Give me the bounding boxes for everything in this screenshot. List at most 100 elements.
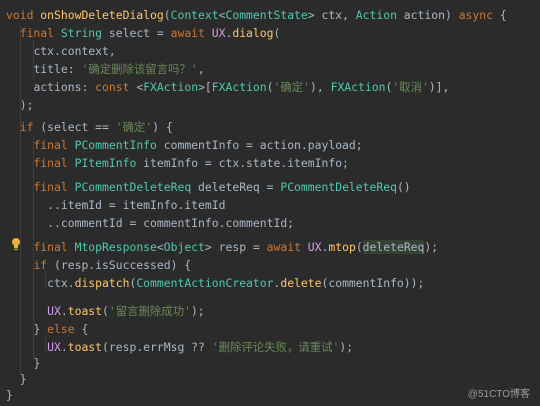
type-name: PCommentInfo	[74, 138, 157, 152]
watermark: @51CTO博客	[467, 389, 530, 400]
keyword: if	[19, 120, 34, 134]
code-line-17[interactable]: if (resp.isSuccessed) {	[6, 256, 191, 274]
code-text: deleteReq =	[191, 180, 281, 194]
code-text: ,	[197, 62, 205, 76]
constructor-name: PCommentDeleteReq	[280, 180, 397, 194]
code-line-4[interactable]: title: '确定删除该留言吗？',	[6, 60, 205, 78]
code-text: (resp.errMsg ??	[102, 340, 212, 354]
code-line-21[interactable]: } else {	[6, 320, 88, 338]
code-text: (select ==	[33, 120, 116, 134]
keyword: final	[33, 180, 68, 194]
code-text: resp =	[211, 240, 267, 254]
code-text: action)	[396, 8, 459, 22]
type-name: CommentState	[225, 8, 308, 22]
code-text: >[	[198, 80, 212, 94]
code-line-25[interactable]: }	[6, 386, 13, 404]
keyword: async	[458, 8, 493, 22]
code-text: actions:	[33, 80, 96, 94]
code-text: (	[273, 26, 281, 40]
code-text: }	[19, 372, 27, 386]
string-literal: '删除评论失败，请重试'	[211, 340, 340, 354]
code-text: select =	[102, 26, 171, 40]
code-text: );	[424, 240, 439, 254]
code-line-5[interactable]: actions: const <FXAction>[FXAction('确定')…	[6, 78, 449, 96]
class-name: UX	[211, 26, 226, 40]
code-text: ..itemId = itemInfo.itemId	[47, 198, 226, 212]
code-text: ),	[310, 80, 331, 94]
code-text: itemInfo = ctx.state.itemInfo;	[136, 156, 349, 170]
code-line-10[interactable]: final PItemInfo itemInfo = ctx.state.ite…	[6, 154, 349, 172]
code-text: ctx.	[47, 276, 75, 290]
code-line-12[interactable]: final PCommentDeleteReq deleteReq = PCom…	[6, 178, 411, 196]
code-text: <	[129, 80, 144, 94]
string-literal: '确定'	[273, 80, 311, 94]
type-name: String	[60, 26, 103, 40]
code-text: (commentInfo));	[321, 276, 425, 290]
string-literal: '取消'	[392, 80, 429, 94]
code-text: {	[492, 8, 507, 22]
code-line-9[interactable]: final PCommentInfo commentInfo = action.…	[6, 136, 362, 154]
code-text: >	[307, 8, 315, 22]
code-line-6[interactable]: );	[6, 96, 34, 114]
keyword: else	[47, 322, 75, 336]
code-text: }	[6, 388, 13, 402]
string-literal: '留言删除成功'	[108, 304, 191, 318]
code-editor[interactable]: void onShowDeleteDialog ( Context < CommentS…	[0, 0, 540, 406]
code-line-22[interactable]: UX.toast(resp.errMsg ?? '删除评论失败，请重试');	[6, 338, 353, 356]
code-text: ..commentId = commentInfo.commentId;	[47, 216, 295, 230]
type-name: PItemInfo	[74, 156, 137, 170]
class-name: UX	[47, 340, 61, 354]
code-line-3[interactable]: ctx.context,	[6, 42, 116, 60]
code-text: (	[266, 80, 274, 94]
code-line-16[interactable]: final MtopResponse<Object> resp = await …	[6, 238, 438, 256]
type-name: Object	[163, 240, 205, 254]
type-name: Context	[170, 8, 219, 22]
code-text: ()	[396, 180, 411, 194]
keyword: await	[266, 240, 301, 254]
code-line-2[interactable]: final String select = await UX.dialog(	[6, 24, 281, 42]
keyword: const	[95, 80, 130, 94]
code-text: >	[204, 240, 212, 254]
function-name: dispatch	[74, 276, 130, 290]
code-line-13[interactable]: ..itemId = itemInfo.itemId	[6, 196, 225, 214]
keyword: void	[6, 8, 34, 22]
keyword: final	[33, 138, 68, 152]
keyword: final	[33, 240, 68, 254]
code-line-8[interactable]: if (select == '确定') {	[6, 118, 173, 136]
keyword: if	[33, 258, 48, 272]
function-name: onShowDeleteDialog	[40, 8, 164, 22]
code-line-18[interactable]: ctx.dispatch(CommentActionCreator.delete…	[6, 274, 424, 292]
code-text: (	[102, 304, 109, 318]
code-line-14[interactable]: ..commentId = commentInfo.commentId;	[6, 214, 294, 232]
code-text: (	[355, 240, 363, 254]
type-name: FXAction	[143, 80, 199, 94]
code-text: .	[60, 340, 68, 354]
code-line-20[interactable]: UX.toast('留言删除成功');	[6, 302, 205, 320]
type-name: MtopResponse	[74, 240, 157, 254]
code-line-1[interactable]: void onShowDeleteDialog(Context<CommentS…	[6, 6, 507, 24]
class-name: CommentActionCreator	[136, 276, 274, 290]
function-name: toast	[67, 340, 103, 354]
code-text: ctx.context,	[33, 44, 116, 58]
code-text: )],	[428, 80, 450, 94]
highlighted-identifier[interactable]: deleteReq	[362, 240, 425, 254]
code-text: (resp.isSuccessed) {	[47, 258, 192, 272]
function-name: toast	[67, 304, 103, 318]
